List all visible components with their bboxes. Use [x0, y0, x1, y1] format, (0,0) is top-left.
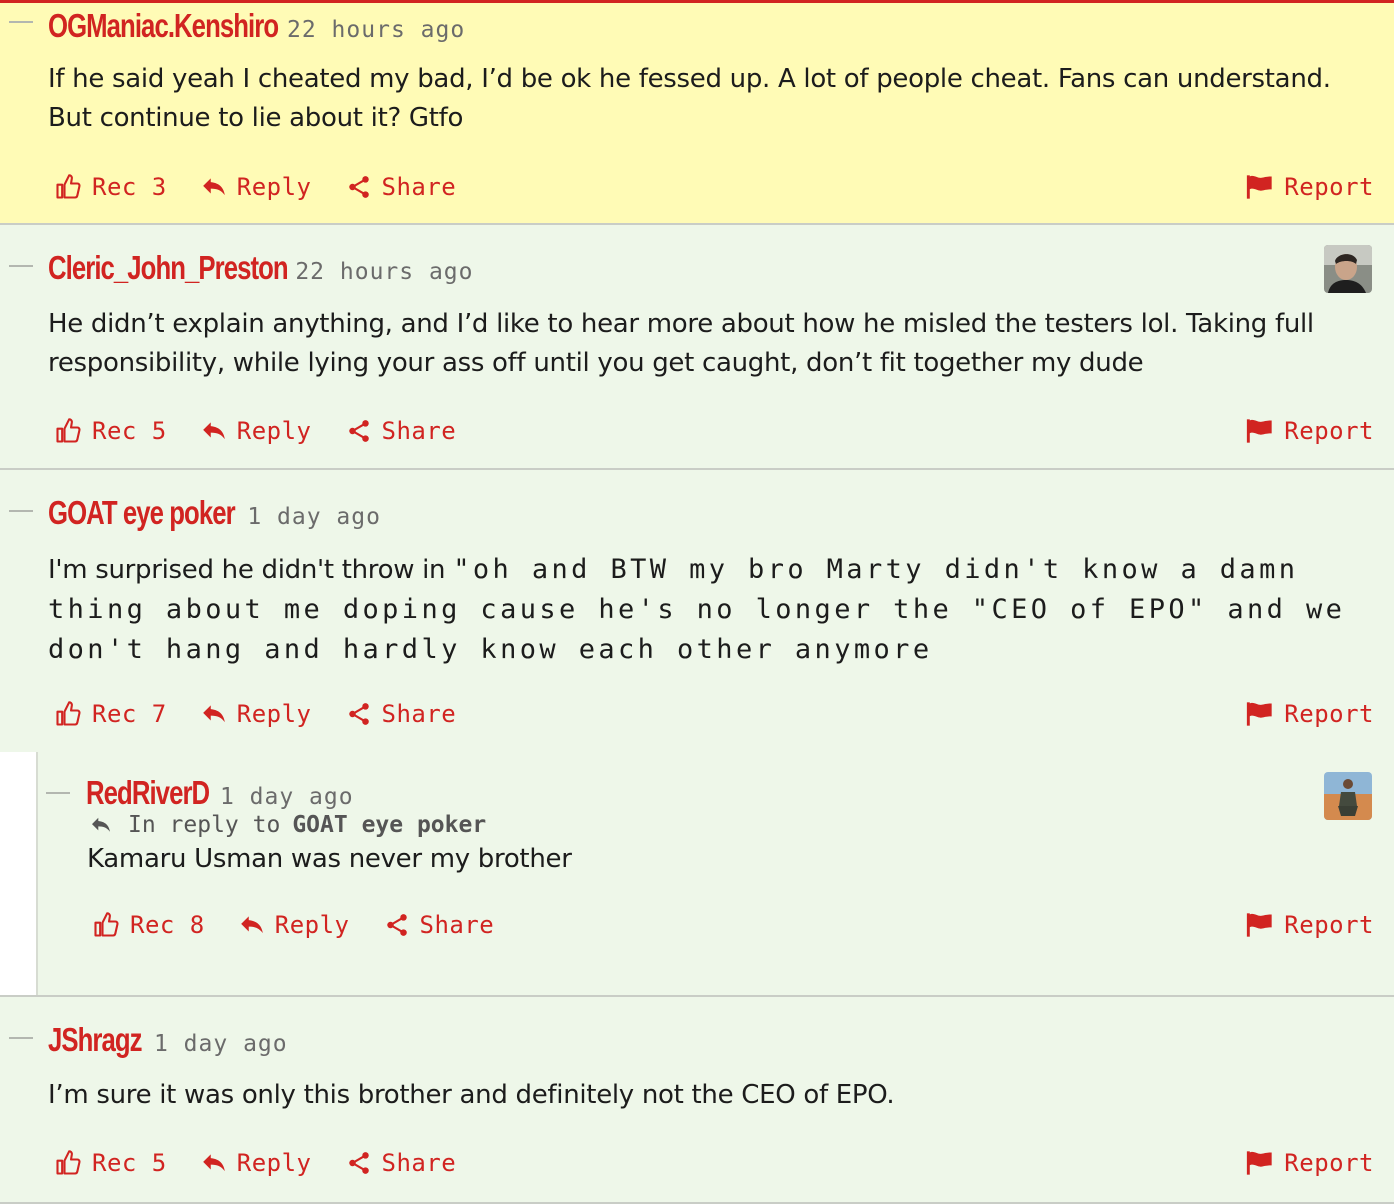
comment-body: I'm surprised he didn't throw in "oh and…	[48, 550, 1358, 670]
avatar[interactable]	[1324, 772, 1372, 820]
flag-icon	[1247, 1151, 1272, 1175]
thumbs-up-icon	[94, 912, 119, 937]
comment-body: If he said yeah I cheated my bad, I’d be…	[48, 64, 1331, 133]
nested-reply: RedRiverD 1 day ago In reply to GOAT eye…	[0, 752, 1394, 995]
comment: JShragz 1 day ago I’m sure it was only t…	[0, 997, 1394, 1204]
recommend-button[interactable]: Rec 8	[92, 911, 205, 939]
reply-arrow-icon	[202, 1154, 225, 1172]
comment-body: He didn’t explain anything, and I’d like…	[48, 309, 1314, 378]
share-button[interactable]: Share	[384, 911, 495, 939]
share-button[interactable]: Share	[346, 1149, 457, 1177]
reply-arrow-icon	[202, 178, 225, 196]
report-button[interactable]: Report	[1246, 700, 1374, 728]
collapse-toggle[interactable]	[46, 792, 70, 794]
comment-body: Kamaru Usman was never my brother	[87, 844, 572, 874]
in-reply-to: In reply to GOAT eye poker	[90, 812, 486, 838]
recommend-button[interactable]: Rec 5	[54, 417, 167, 445]
comment-author[interactable]: OGManiac.Kenshiro	[48, 7, 279, 45]
report-label: Report	[1284, 700, 1374, 728]
share-icon	[348, 420, 369, 442]
reply-button[interactable]: Reply	[201, 417, 312, 445]
reply-label: Reply	[236, 417, 312, 445]
comment-timestamp: 22 hours ago	[287, 17, 466, 43]
reply-button[interactable]: Reply	[201, 173, 312, 201]
report-button[interactable]: Report	[1246, 173, 1374, 201]
flag-icon	[1247, 175, 1272, 199]
share-icon	[348, 703, 369, 725]
recommend-button[interactable]: Rec 3	[54, 173, 167, 201]
in-reply-to-author[interactable]: GOAT eye poker	[292, 812, 486, 838]
reply-label: Reply	[236, 700, 312, 728]
share-button[interactable]: Share	[346, 417, 457, 445]
report-button[interactable]: Report	[1246, 1149, 1374, 1177]
report-button[interactable]: Report	[1246, 417, 1374, 445]
report-label: Report	[1284, 173, 1374, 201]
comment-author[interactable]: RedRiverD	[86, 774, 210, 812]
share-button[interactable]: Share	[346, 700, 457, 728]
collapse-toggle[interactable]	[9, 21, 33, 23]
report-label: Report	[1284, 1149, 1374, 1177]
report-button[interactable]: Report	[1246, 911, 1374, 939]
reply-arrow-icon	[202, 705, 225, 723]
comment-timestamp: 1 day ago	[247, 504, 381, 530]
share-label: Share	[381, 417, 457, 445]
collapse-toggle[interactable]	[9, 1037, 33, 1039]
comment-timestamp: 1 day ago	[219, 784, 354, 810]
share-label: Share	[419, 911, 495, 939]
report-label: Report	[1284, 911, 1374, 939]
share-icon	[348, 1152, 369, 1174]
recommend-count: Rec 3	[92, 173, 167, 201]
comment: OGManiac.Kenshiro 22 hours ago If he sai…	[0, 3, 1394, 225]
comment-author[interactable]: GOAT eye poker	[48, 494, 236, 532]
recommend-count: Rec 8	[130, 911, 205, 939]
reply-button[interactable]: Reply	[201, 700, 312, 728]
reply-label: Reply	[274, 911, 350, 939]
recommend-count: Rec 7	[92, 700, 167, 728]
comment-timestamp: 1 day ago	[153, 1031, 288, 1057]
comment-author[interactable]: JShragz	[48, 1021, 143, 1059]
flag-icon	[1247, 913, 1272, 937]
comment-timestamp: 22 hours ago	[295, 259, 474, 285]
share-label: Share	[381, 700, 457, 728]
reply-arrow-icon	[92, 817, 110, 832]
thumbs-up-icon	[56, 174, 81, 199]
collapse-toggle[interactable]	[9, 510, 33, 512]
comment-body-text: I'm surprised he didn't throw in	[48, 555, 454, 585]
comment: GOAT eye poker 1 day ago I'm surprised h…	[0, 470, 1394, 997]
flag-icon	[1247, 419, 1272, 443]
thumbs-up-icon	[56, 418, 81, 443]
thumbs-up-icon	[56, 1150, 81, 1175]
thread-indent	[0, 752, 36, 995]
share-button[interactable]: Share	[346, 173, 457, 201]
report-label: Report	[1284, 417, 1374, 445]
comment-body: I’m sure it was only this brother and de…	[48, 1080, 895, 1110]
reply-arrow-icon	[202, 422, 225, 440]
recommend-count: Rec 5	[92, 417, 167, 445]
reply-button[interactable]: Reply	[201, 1149, 312, 1177]
share-icon	[386, 914, 407, 936]
share-icon	[348, 176, 369, 198]
reply-arrow-icon	[240, 916, 263, 934]
reply-label: Reply	[236, 1149, 312, 1177]
collapse-toggle[interactable]	[9, 265, 33, 267]
reply-label: Reply	[236, 173, 312, 201]
avatar[interactable]	[1324, 245, 1372, 293]
recommend-button[interactable]: Rec 5	[54, 1149, 167, 1177]
comment: Cleric_John_Preston 22 hours ago He didn…	[0, 225, 1394, 470]
recommend-button[interactable]: Rec 7	[54, 700, 167, 728]
share-label: Share	[381, 173, 457, 201]
flag-icon	[1247, 702, 1272, 726]
recommend-count: Rec 5	[92, 1149, 167, 1177]
comment-author[interactable]: Cleric_John_Preston	[48, 249, 289, 287]
in-reply-to-label: In reply to	[128, 812, 281, 838]
thread-line	[36, 752, 38, 995]
share-label: Share	[381, 1149, 457, 1177]
reply-button[interactable]: Reply	[239, 911, 350, 939]
thumbs-up-icon	[56, 701, 81, 726]
